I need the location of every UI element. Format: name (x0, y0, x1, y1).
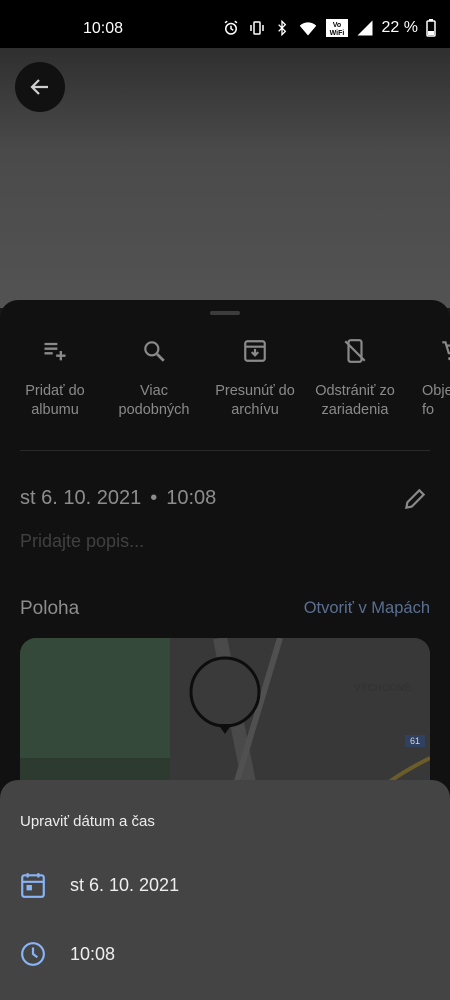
clock-icon (21, 942, 45, 966)
dialog-title: Upraviť dátum a čas (20, 813, 155, 830)
dialog-time: 10:08 (70, 943, 116, 964)
dialog-date: st 6. 10. 2021 (70, 874, 180, 895)
time-row[interactable]: 10:08 (20, 941, 115, 967)
edit-datetime-sheet: Upraviť dátum a čas st 6. 10. 2021 10:08 (0, 780, 450, 1000)
calendar-icon (21, 873, 45, 898)
date-row[interactable]: st 6. 10. 2021 (20, 871, 179, 899)
